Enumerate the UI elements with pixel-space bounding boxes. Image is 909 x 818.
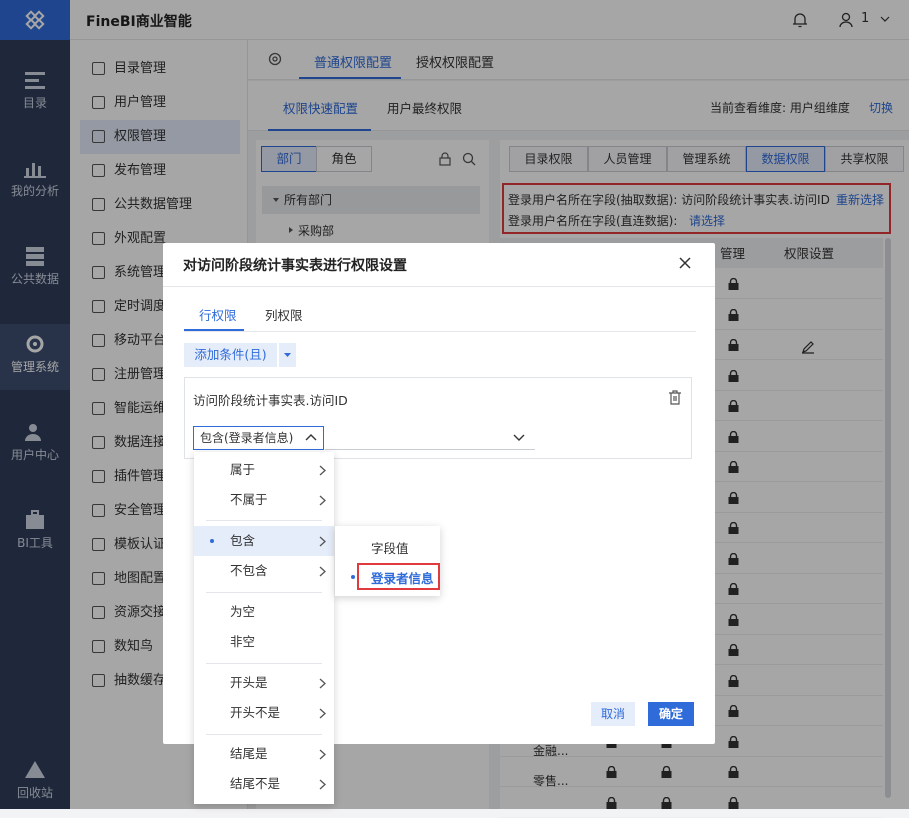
trash-icon[interactable] bbox=[668, 390, 682, 405]
dialog-title: 对访问阶段统计事实表进行权限设置 bbox=[183, 258, 407, 274]
chevron-right-icon bbox=[319, 749, 326, 760]
chevron-right-icon bbox=[319, 708, 326, 719]
tab-active-indicator bbox=[184, 329, 244, 331]
menu-item-not-belongs[interactable]: 不属于 bbox=[194, 485, 334, 515]
menu-item-starts-with[interactable]: 开头是 bbox=[194, 668, 334, 698]
menu-item-empty[interactable]: 为空 bbox=[194, 597, 334, 627]
chevron-right-icon bbox=[319, 495, 326, 506]
menu-separator bbox=[206, 663, 322, 664]
divider bbox=[163, 286, 715, 287]
chevron-right-icon bbox=[319, 465, 326, 476]
chevron-right-icon bbox=[319, 566, 326, 577]
selected-dot bbox=[210, 539, 214, 543]
chevron-up-icon bbox=[305, 433, 317, 441]
close-icon[interactable] bbox=[678, 256, 692, 270]
table-row bbox=[500, 816, 883, 818]
dialog-tab-row bbox=[184, 304, 696, 332]
menu-item-belongs[interactable]: 属于 bbox=[194, 455, 334, 485]
cancel-button[interactable]: 取消 bbox=[591, 702, 635, 726]
chevron-down-icon[interactable] bbox=[513, 434, 525, 442]
menu-item-not-empty[interactable]: 非空 bbox=[194, 627, 334, 657]
chevron-right-icon bbox=[319, 678, 326, 689]
submenu-item-field-value[interactable]: 字段值 bbox=[371, 538, 409, 557]
tab-column-permission[interactable]: 列权限 bbox=[265, 305, 303, 324]
add-condition-button[interactable]: 添加条件(且) bbox=[184, 343, 277, 367]
menu-separator bbox=[206, 734, 322, 735]
menu-item-not-starts-with[interactable]: 开头不是 bbox=[194, 698, 334, 728]
tab-row-permission[interactable]: 行权限 bbox=[199, 305, 237, 324]
confirm-button[interactable]: 确定 bbox=[648, 702, 694, 726]
add-condition-dropdown[interactable] bbox=[279, 343, 296, 367]
menu-item-not-contains[interactable]: 不包含 bbox=[194, 556, 334, 586]
menu-item-contains[interactable]: 包含 bbox=[194, 526, 334, 556]
selected-dot bbox=[351, 575, 355, 579]
menu-separator bbox=[206, 520, 322, 521]
menu-item-not-ends-with[interactable]: 结尾不是 bbox=[194, 769, 334, 799]
chevron-right-icon bbox=[319, 779, 326, 790]
value-input[interactable] bbox=[325, 449, 535, 450]
chevron-right-icon bbox=[319, 536, 326, 547]
condition-field-name: 访问阶段统计事实表.访问ID bbox=[193, 393, 348, 408]
menu-separator bbox=[206, 592, 322, 593]
menu-item-ends-with[interactable]: 结尾是 bbox=[194, 739, 334, 769]
submenu-item-login-info[interactable]: 登录者信息 bbox=[371, 568, 434, 587]
